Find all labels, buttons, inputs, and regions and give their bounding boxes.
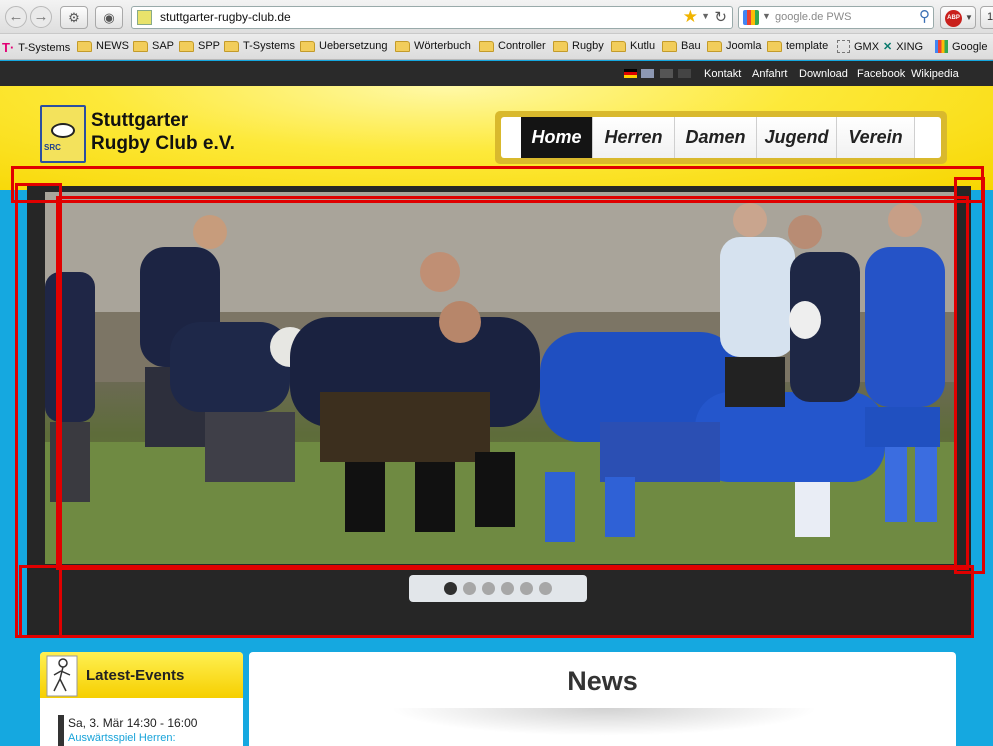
top-link-anfahrt[interactable]: Anfahrt — [752, 68, 787, 80]
browser-toolbar: ← → ⚙ ◉ stuttgarter-rugby-club.de ★ ▼ ↻ … — [0, 0, 993, 34]
folder-icon — [767, 40, 782, 52]
telekom-icon: T· — [2, 40, 15, 55]
top-link-wikipedia[interactable]: Wikipedia — [911, 68, 959, 80]
adblock-icon: ABP — [945, 10, 962, 27]
folder-icon — [707, 40, 722, 52]
logo-text: SRC — [44, 143, 61, 152]
bookmark-item[interactable]: SPP — [179, 40, 220, 52]
english-flag-icon[interactable] — [641, 69, 654, 78]
address-bar[interactable]: stuttgarter-rugby-club.de ★ ▼ ↻ — [131, 6, 733, 29]
bookmark-item[interactable]: Uebersetzung — [300, 40, 388, 52]
bookmarks-bar: T· T-Systems NEWS SAP SPP T-Systems Ueber… — [0, 34, 993, 60]
bookmark-item[interactable]: template — [767, 40, 828, 52]
bookmark-item[interactable]: Rugby — [553, 40, 604, 52]
slider-dot[interactable] — [444, 582, 457, 595]
search-engine-icon[interactable] — [743, 10, 759, 25]
bookmark-item[interactable]: Google — [935, 40, 987, 53]
folder-icon — [395, 40, 410, 52]
search-input[interactable]: google.de PWS — [775, 11, 851, 23]
folder-icon — [300, 40, 315, 52]
slider-dot[interactable] — [520, 582, 533, 595]
rugby-player-icon — [46, 655, 78, 697]
flag-icon[interactable] — [660, 69, 673, 78]
bookmark-item[interactable]: Kutlu — [611, 40, 655, 52]
bookmark-item[interactable]: Controller — [479, 40, 546, 52]
back-button[interactable]: ← — [5, 6, 27, 28]
club-name-line2: Rugby Club e.V. — [91, 133, 235, 154]
bookmark-item[interactable]: Wörterbuch — [395, 40, 471, 52]
club-name-line1: Stuttgarter — [91, 110, 189, 131]
main-nav-inner: Home Herren Damen Jugend Verein — [501, 117, 941, 158]
chevron-down-icon[interactable]: ▼ — [762, 11, 771, 21]
home-button[interactable]: ⚙ — [60, 6, 88, 29]
events-title: Latest-Events — [86, 667, 185, 684]
event-date: Sa, 3. Mär 14:30 - 16:00 — [68, 716, 198, 730]
bookmark-item[interactable]: Bau — [662, 40, 701, 52]
folder-icon — [224, 40, 239, 52]
slider-pagination — [409, 575, 587, 602]
bookmark-item[interactable]: ✕ XING — [883, 40, 923, 54]
bookmark-item[interactable]: T· T-Systems — [2, 40, 70, 55]
nav-herren[interactable]: Herren — [593, 117, 675, 158]
nav-verein[interactable]: Verein — [837, 117, 915, 158]
search-bar[interactable]: ▼ google.de PWS ⚲ — [738, 6, 934, 29]
rugby-ball-icon — [51, 123, 75, 138]
bookmark-item[interactable]: T-Systems — [224, 40, 295, 52]
german-flag-icon[interactable] — [624, 69, 637, 78]
main-nav: Home Herren Damen Jugend Verein — [495, 111, 947, 164]
flag-icon[interactable] — [678, 69, 691, 78]
bookmark-item[interactable]: GMX — [837, 40, 879, 53]
xing-icon: ✕ — [883, 41, 893, 53]
site-header: SRC Stuttgarter Rugby Club e.V. Home Her… — [0, 86, 993, 190]
nav-damen[interactable]: Damen — [675, 117, 757, 158]
bookmark-item[interactable]: Joomla — [707, 40, 761, 52]
folder-icon — [611, 40, 626, 52]
nav-jugend[interactable]: Jugend — [757, 117, 837, 158]
news-panel: News — [249, 652, 956, 746]
addon-button[interactable]: ◉ — [95, 6, 123, 29]
news-title: News — [567, 666, 638, 696]
address-url[interactable]: stuttgarter-rugby-club.de — [160, 10, 291, 24]
folder-icon — [77, 40, 92, 52]
reload-icon[interactable]: ↻ — [714, 8, 727, 26]
bookmark-item[interactable]: NEWS — [77, 40, 129, 52]
events-header: Latest-Events — [40, 652, 243, 698]
folder-icon — [133, 40, 148, 52]
folder-icon — [479, 40, 494, 52]
club-logo[interactable]: SRC — [40, 105, 86, 163]
nav-home[interactable]: Home — [521, 117, 593, 158]
news-divider — [389, 708, 819, 736]
toolbar-overflow-button[interactable]: 1 — [980, 6, 993, 29]
site-favicon-icon — [137, 10, 152, 25]
slider-dot[interactable] — [463, 582, 476, 595]
slider-dot[interactable] — [539, 582, 552, 595]
event-marker — [58, 715, 64, 746]
slider-dot[interactable] — [501, 582, 514, 595]
events-sidebar: Latest-Events Sa, 3. Mär 14:30 - 16:00 A… — [40, 652, 243, 746]
folder-icon — [553, 40, 568, 52]
search-icon[interactable]: ⚲ — [919, 7, 930, 25]
chevron-down-icon[interactable]: ▼ — [701, 11, 710, 21]
forward-button[interactable]: → — [30, 6, 52, 28]
bookmark-star-icon[interactable]: ★ — [683, 7, 698, 27]
top-link-facebook[interactable]: Facebook — [857, 68, 905, 80]
chevron-down-icon: ▼ — [965, 13, 973, 22]
slider-dot[interactable] — [482, 582, 495, 595]
gmx-icon — [837, 40, 850, 53]
google-icon — [935, 40, 948, 53]
bookmark-item[interactable]: SAP — [133, 40, 174, 52]
adblock-button[interactable]: ABP ▼ — [940, 6, 976, 29]
club-name: Stuttgarter Rugby Club e.V. — [91, 109, 235, 155]
folder-icon — [662, 40, 677, 52]
event-link[interactable]: Auswärtsspiel Herren: — [68, 732, 176, 744]
slider-image[interactable] — [45, 192, 955, 564]
top-link-download[interactable]: Download — [799, 68, 848, 80]
top-link-kontakt[interactable]: Kontakt — [704, 68, 741, 80]
site-top-bar: Kontakt Anfahrt Download Facebook Wikipe… — [0, 61, 993, 86]
folder-icon — [179, 40, 194, 52]
